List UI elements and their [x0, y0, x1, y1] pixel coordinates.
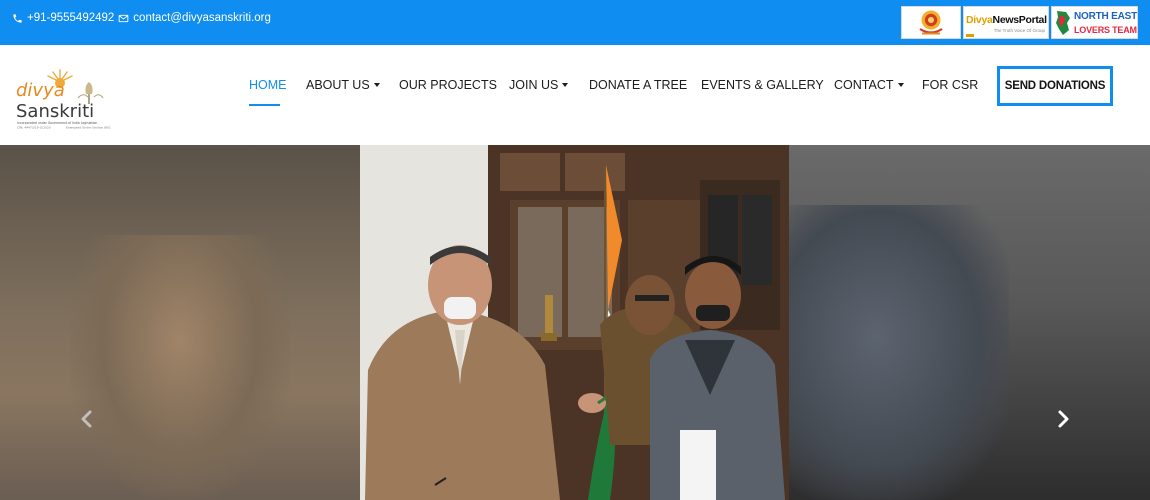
logo-tagline-1: Incorporated under Government of India L… — [17, 121, 97, 125]
nav-join-us[interactable]: JOIN US — [509, 78, 569, 92]
logo-tagline-2: CIN: 44473/19-G/2020 — [17, 126, 51, 130]
nav-about-us[interactable]: ABOUT US — [306, 78, 380, 92]
send-donations-button[interactable]: SEND DONATIONS — [997, 66, 1113, 106]
nav-events-gallery[interactable]: EVENTS & GALLERY — [701, 78, 824, 92]
site-logo[interactable]: divya Sanskriti Incorporated under Gover… — [14, 64, 134, 134]
hero-slide-image — [360, 145, 789, 500]
mail-icon — [118, 13, 129, 24]
nav-home[interactable]: HOME — [249, 78, 287, 92]
chevron-left-icon — [81, 410, 92, 428]
slider-prev-button[interactable] — [77, 409, 97, 429]
nav-for-csr[interactable]: FOR CSR — [922, 78, 978, 92]
nav-about-us-label: ABOUT US — [306, 78, 370, 92]
partner-logo-north-east-lovers-team[interactable]: NORTH EAST LOVERS TEAM — [1051, 6, 1138, 39]
north-east-title: NORTH EAST — [1074, 11, 1138, 22]
caret-down-icon — [897, 83, 904, 87]
nav-active-indicator — [249, 104, 280, 106]
caret-down-icon — [373, 83, 380, 87]
lovers-team-title: LOVERS TEAM — [1074, 25, 1137, 35]
hero-blurred-left — [0, 145, 360, 500]
site-header — [0, 45, 1150, 145]
hero-slider — [0, 145, 1150, 500]
divya-news-portal-title: DivyaNewsPortal — [966, 14, 1047, 26]
email-address[interactable]: contact@divyasanskriti.org — [133, 12, 271, 24]
partner-logo-divya-news-portal[interactable]: DivyaNewsPortal The Truth Voice Of Group — [963, 6, 1049, 39]
chevron-right-icon — [1058, 410, 1069, 428]
slider-next-button[interactable] — [1053, 409, 1073, 429]
nav-join-us-label: JOIN US — [509, 78, 559, 92]
top-bar: +91-9555492492 contact@divyasanskriti.or… — [0, 0, 1150, 45]
contact-info: +91-9555492492 contact@divyasanskriti.or… — [12, 11, 271, 25]
nav-contact[interactable]: CONTACT — [834, 78, 904, 92]
logo-text-sanskriti: Sanskriti — [16, 101, 94, 122]
nav-donate-a-tree[interactable]: DONATE A TREE — [589, 78, 687, 92]
phone-icon — [12, 13, 23, 24]
hero-blurred-right — [789, 145, 1150, 500]
phone-number[interactable]: +91-9555492492 — [27, 12, 114, 24]
caret-down-icon — [562, 83, 569, 87]
north-east-map-icon — [1056, 11, 1070, 35]
divya-news-portal-tagline: The Truth Voice Of Group — [993, 28, 1045, 33]
divya-news-portal-mark — [966, 34, 974, 37]
nav-contact-label: CONTACT — [834, 78, 894, 92]
logo-text-divya: divya — [16, 80, 65, 101]
partner-logo-emblem[interactable] — [901, 6, 961, 39]
logo-tagline-3: Exempted Under Section 80G — [66, 126, 111, 130]
nav-our-projects[interactable]: OUR PROJECTS — [399, 78, 497, 92]
